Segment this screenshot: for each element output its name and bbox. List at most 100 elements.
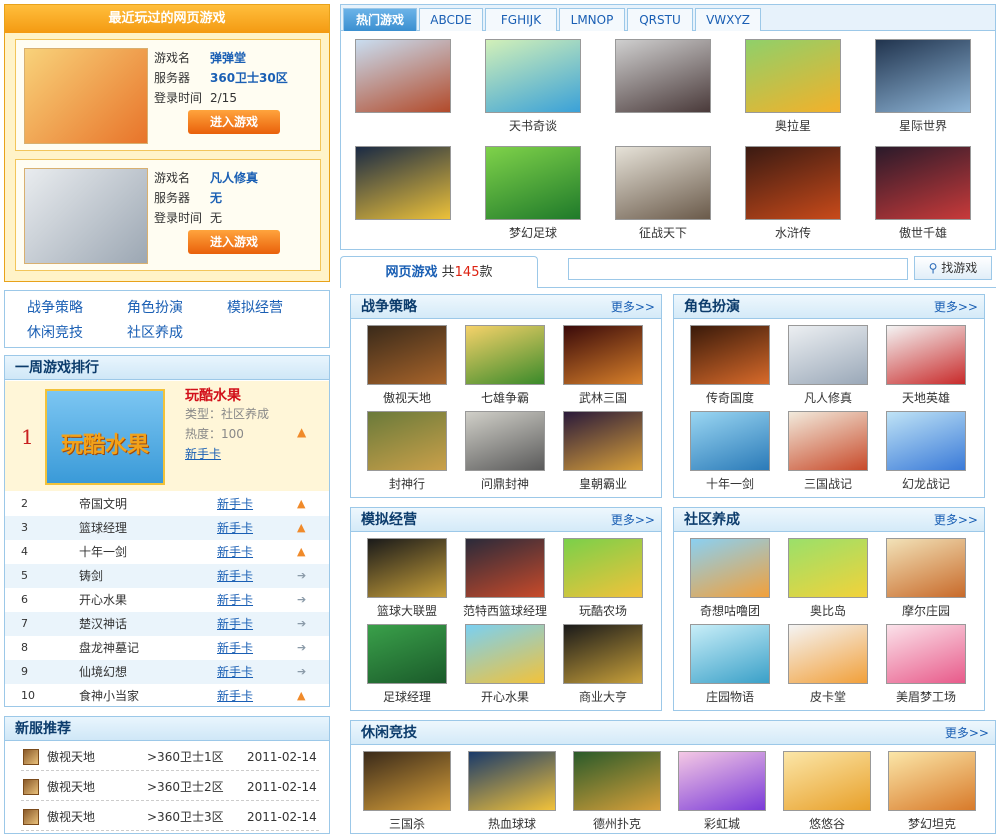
hot-game-thumbnail[interactable]: [485, 146, 581, 220]
hot-game-item[interactable]: 星际世界: [873, 39, 973, 134]
hot-game-thumbnail[interactable]: [355, 39, 451, 113]
hot-game-name[interactable]: 梦幻足球: [483, 224, 583, 241]
server-name[interactable]: >360卫士2区: [147, 773, 224, 801]
recent-game-name[interactable]: 弹弹堂: [210, 51, 246, 65]
game-thumbnail[interactable]: [363, 751, 451, 811]
game-thumbnail[interactable]: [563, 538, 643, 598]
hot-game-name[interactable]: 奥拉星: [743, 117, 843, 134]
hot-game-item[interactable]: [613, 39, 713, 117]
hot-game-item[interactable]: 梦幻足球: [483, 146, 583, 241]
category-link-community[interactable]: 社区养成: [127, 322, 183, 342]
game-thumbnail[interactable]: [367, 624, 447, 684]
game-item[interactable]: 范特西篮球经理: [457, 538, 553, 619]
game-item[interactable]: 悠悠谷: [779, 751, 875, 832]
find-game-button[interactable]: ⚲ 找游戏: [914, 256, 992, 280]
top-game-name[interactable]: 玩酷水果: [185, 385, 241, 405]
rank-game-name[interactable]: 帝国文明: [79, 492, 127, 516]
recent-server[interactable]: 360卫士30区: [210, 71, 288, 85]
game-thumbnail[interactable]: [465, 538, 545, 598]
game-name[interactable]: 封神行: [359, 475, 455, 492]
game-item[interactable]: 商业大亨: [555, 624, 651, 705]
tab-fghijk[interactable]: FGHIJK: [485, 8, 557, 31]
hot-game-thumbnail[interactable]: [615, 39, 711, 113]
hot-game-name[interactable]: 天书奇谈: [483, 117, 583, 134]
game-name[interactable]: 梦幻坦克: [884, 815, 980, 832]
game-thumbnail[interactable]: [788, 624, 868, 684]
rank-game-name[interactable]: 十年一剑: [79, 540, 127, 564]
more-link[interactable]: 更多>>: [934, 508, 978, 532]
recent-game-thumbnail[interactable]: [24, 48, 148, 144]
game-name[interactable]: 三国战记: [780, 475, 876, 492]
newbie-card-link[interactable]: 新手卡: [217, 564, 253, 588]
more-link[interactable]: 更多>>: [611, 508, 655, 532]
top-game-thumbnail[interactable]: 玩酷水果: [45, 389, 165, 485]
game-thumbnail[interactable]: [690, 411, 770, 471]
game-item[interactable]: 皮卡堂: [780, 624, 876, 705]
newbie-card-link[interactable]: 新手卡: [217, 684, 253, 708]
game-name[interactable]: 奇想咕噜团: [682, 602, 778, 619]
search-input[interactable]: [568, 258, 908, 280]
newbie-card-link[interactable]: 新手卡: [217, 540, 253, 564]
game-thumbnail[interactable]: [563, 411, 643, 471]
game-thumbnail[interactable]: [465, 624, 545, 684]
game-name[interactable]: 商业大亨: [555, 688, 651, 705]
recent-game-name[interactable]: 凡人修真: [210, 171, 258, 185]
server-game-name[interactable]: 傲视天地: [47, 803, 95, 831]
game-item[interactable]: 开心水果: [457, 624, 553, 705]
game-item[interactable]: 皇朝霸业: [555, 411, 651, 492]
hot-game-thumbnail[interactable]: [485, 39, 581, 113]
game-name[interactable]: 德州扑克: [569, 815, 665, 832]
hot-game-thumbnail[interactable]: [745, 39, 841, 113]
game-name[interactable]: 悠悠谷: [779, 815, 875, 832]
game-item[interactable]: 七雄争霸: [457, 325, 553, 406]
game-item[interactable]: 傲视天地: [359, 325, 455, 406]
rank-game-name[interactable]: 盘龙神墓记: [79, 636, 139, 660]
game-name[interactable]: 热血球球: [464, 815, 560, 832]
hot-game-item[interactable]: 水浒传: [743, 146, 843, 241]
server-name[interactable]: >360卫士3区: [147, 803, 224, 831]
tab-lmnop[interactable]: LMNOP: [559, 8, 625, 31]
game-name[interactable]: 范特西篮球经理: [457, 602, 553, 619]
game-name[interactable]: 篮球大联盟: [359, 602, 455, 619]
hot-game-thumbnail[interactable]: [615, 146, 711, 220]
server-game-name[interactable]: 傲视天地: [47, 773, 95, 801]
category-link-simulation[interactable]: 模拟经营: [227, 297, 283, 317]
game-item[interactable]: 奇想咕噜团: [682, 538, 778, 619]
game-name[interactable]: 奥比岛: [780, 602, 876, 619]
game-name[interactable]: 傲视天地: [359, 389, 455, 406]
newbie-card-link[interactable]: 新手卡: [217, 612, 253, 636]
game-name[interactable]: 十年一剑: [682, 475, 778, 492]
game-item[interactable]: 足球经理: [359, 624, 455, 705]
rank-game-name[interactable]: 楚汉神话: [79, 612, 127, 636]
hot-game-name[interactable]: 征战天下: [613, 224, 713, 241]
hot-game-item[interactable]: 傲世千雄: [873, 146, 973, 241]
game-name[interactable]: 皮卡堂: [780, 688, 876, 705]
hot-game-name[interactable]: 傲世千雄: [873, 224, 973, 241]
game-thumbnail[interactable]: [690, 325, 770, 385]
tab-hot[interactable]: 热门游戏: [343, 8, 417, 31]
game-item[interactable]: 奥比岛: [780, 538, 876, 619]
newbie-card-link[interactable]: 新手卡: [217, 636, 253, 660]
rank-game-name[interactable]: 铸剑: [79, 564, 103, 588]
hot-game-item[interactable]: [353, 39, 453, 117]
game-thumbnail[interactable]: [783, 751, 871, 811]
game-item[interactable]: 梦幻坦克: [884, 751, 980, 832]
game-name[interactable]: 玩酷农场: [555, 602, 651, 619]
game-name[interactable]: 武林三国: [555, 389, 651, 406]
newbie-card-link[interactable]: 新手卡: [217, 516, 253, 540]
game-thumbnail[interactable]: [563, 624, 643, 684]
game-item[interactable]: 传奇国度: [682, 325, 778, 406]
game-item[interactable]: 庄园物语: [682, 624, 778, 705]
hot-game-item[interactable]: [353, 146, 453, 224]
game-thumbnail[interactable]: [886, 624, 966, 684]
game-item[interactable]: 武林三国: [555, 325, 651, 406]
hot-game-thumbnail[interactable]: [355, 146, 451, 220]
rank-game-name[interactable]: 篮球经理: [79, 516, 127, 540]
rank-game-name[interactable]: 仙境幻想: [79, 660, 127, 684]
game-name[interactable]: 皇朝霸业: [555, 475, 651, 492]
game-name[interactable]: 三国杀: [359, 815, 455, 832]
category-link-casual[interactable]: 休闲竞技: [27, 322, 83, 342]
game-item[interactable]: 篮球大联盟: [359, 538, 455, 619]
tab-abcde[interactable]: ABCDE: [419, 8, 483, 31]
more-link[interactable]: 更多>>: [934, 295, 978, 319]
